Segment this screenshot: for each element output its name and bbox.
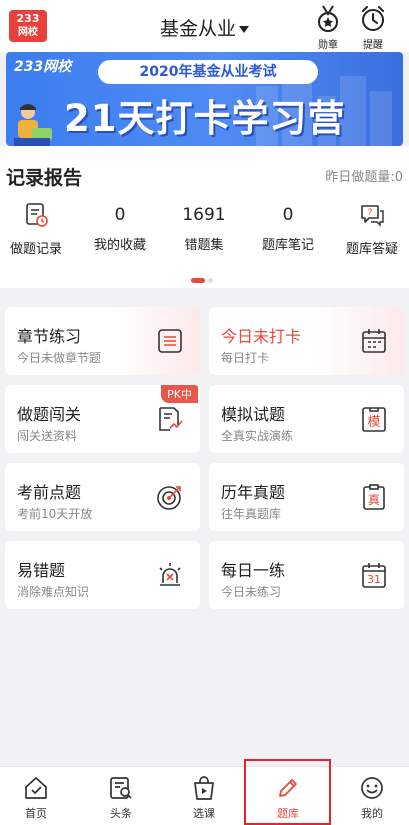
calendar-31-icon: 31 bbox=[362, 563, 386, 588]
mock-exam-icon: 模 bbox=[362, 407, 386, 432]
card-subtitle: 考前10天开放 bbox=[17, 507, 93, 521]
medal-button[interactable]: 勋章 bbox=[311, 4, 345, 51]
card-mock-exam[interactable]: 模拟试题 全真实战演练 模 bbox=[209, 385, 404, 453]
card-title: 易错题 bbox=[17, 561, 66, 580]
notes-count: 0 bbox=[282, 205, 294, 225]
card-title: 今日未打卡 bbox=[221, 327, 302, 346]
list-doc-icon bbox=[158, 329, 182, 353]
notes-label: 题库笔记 bbox=[261, 238, 314, 253]
svg-text:真: 真 bbox=[368, 493, 380, 507]
record-report-section: 记录报告 昨日做题量:0 做题记录 0 我的收藏 1691 错题集 0 题库笔记… bbox=[0, 146, 409, 288]
clipboard-clock-icon bbox=[26, 203, 48, 227]
bank-notes[interactable]: 0 题库笔记 bbox=[254, 202, 322, 253]
calendar-icon bbox=[362, 329, 386, 353]
wrong-count: 1691 bbox=[182, 205, 226, 225]
tab-courses[interactable]: 选课 bbox=[174, 775, 234, 821]
tab-mine[interactable]: 我的 bbox=[342, 775, 402, 821]
tab-headlines[interactable]: 头条 bbox=[91, 775, 151, 821]
promo-banner[interactable]: 233网校 2020年基金从业考试 21天打卡学习营 bbox=[6, 52, 403, 146]
news-search-icon bbox=[110, 777, 132, 799]
home-check-icon bbox=[25, 777, 47, 799]
svg-text:31: 31 bbox=[367, 573, 381, 586]
caret-down-icon bbox=[239, 26, 249, 33]
card-level-challenge[interactable]: PK中 做题闯关 闯关送资料 bbox=[5, 385, 200, 453]
card-pre-exam-tips[interactable]: 考前点题 考前10天开放 bbox=[5, 463, 200, 531]
card-subtitle: 今日未做章节题 bbox=[17, 351, 102, 365]
alarm-icon bbox=[159, 563, 181, 586]
remind-button[interactable]: 提醒 bbox=[356, 4, 390, 51]
card-chapter-practice[interactable]: 章节练习 今日未做章节题 bbox=[5, 307, 200, 375]
bottom-tab-bar: 首页 头条 选课 题库 我的 bbox=[0, 766, 409, 825]
top-header: 233 网校 基金从业 勋章 提醒 bbox=[0, 0, 409, 52]
student-illustration-icon bbox=[14, 104, 52, 146]
svg-text:?: ? bbox=[368, 208, 373, 218]
banner-brand: 233网校 bbox=[14, 59, 72, 75]
record-history[interactable]: 做题记录 bbox=[2, 202, 70, 257]
qa-label: 题库答疑 bbox=[345, 242, 398, 257]
wrong-questions[interactable]: 1691 错题集 bbox=[170, 202, 238, 253]
favorites-count: 0 bbox=[114, 205, 126, 225]
card-past-exams[interactable]: 历年真题 往年真题库 真 bbox=[209, 463, 404, 531]
card-title: 历年真题 bbox=[221, 483, 286, 502]
active-tab-highlight-box bbox=[244, 759, 331, 825]
bank-qa[interactable]: ? 题库答疑 bbox=[338, 202, 406, 257]
exam-title: 基金从业 bbox=[159, 18, 236, 40]
card-title: 模拟试题 bbox=[221, 405, 286, 424]
pager-dot bbox=[208, 278, 213, 283]
card-title: 每日一练 bbox=[221, 561, 286, 580]
card-subtitle: 消除难点知识 bbox=[17, 585, 90, 599]
card-checkin[interactable]: 今日未打卡 每日打卡 bbox=[209, 307, 404, 375]
card-subtitle: 往年真题库 bbox=[221, 507, 282, 521]
card-daily-practice[interactable]: 每日一练 今日未练习 31 bbox=[209, 541, 404, 609]
chat-question-icon: ? bbox=[361, 205, 384, 227]
real-exam-icon: 真 bbox=[363, 484, 385, 510]
card-subtitle: 每日打卡 bbox=[221, 351, 270, 365]
banner-building bbox=[370, 91, 392, 146]
pk-badge: PK中 bbox=[161, 385, 198, 403]
pager-dot-active bbox=[191, 278, 205, 283]
doc-trend-icon bbox=[159, 407, 183, 431]
banner-subtitle: 2020年基金从业考试 bbox=[98, 60, 318, 84]
my-favorites[interactable]: 0 我的收藏 bbox=[86, 202, 154, 253]
tab-label: 我的 bbox=[361, 807, 383, 820]
card-title: 考前点题 bbox=[17, 483, 82, 502]
card-title: 章节练习 bbox=[17, 327, 82, 346]
medal-icon bbox=[318, 5, 338, 32]
wrong-label: 错题集 bbox=[184, 238, 224, 253]
smile-icon bbox=[361, 777, 383, 799]
exam-selector[interactable]: 基金从业 bbox=[0, 14, 409, 41]
medal-label: 勋章 bbox=[318, 40, 338, 51]
card-subtitle: 全真实战演练 bbox=[221, 429, 294, 443]
tab-home[interactable]: 首页 bbox=[6, 775, 66, 821]
favorites-label: 我的收藏 bbox=[93, 238, 146, 253]
card-subtitle: 今日未练习 bbox=[221, 585, 282, 599]
banner-pager bbox=[170, 136, 235, 151]
card-error-prone[interactable]: 易错题 消除难点知识 bbox=[5, 541, 200, 609]
tab-label: 选课 bbox=[193, 807, 215, 820]
tab-label: 头条 bbox=[110, 807, 132, 820]
target-icon bbox=[157, 486, 181, 510]
shopping-bag-play-icon bbox=[194, 776, 214, 800]
svg-text:模: 模 bbox=[367, 415, 380, 430]
yesterday-count: 昨日做题量:0 bbox=[325, 170, 403, 185]
record-title: 记录报告 bbox=[6, 167, 83, 189]
card-title: 做题闯关 bbox=[17, 405, 82, 424]
tab-label: 首页 bbox=[25, 807, 47, 820]
banner-headline: 21天打卡学习营 bbox=[64, 97, 346, 140]
alarm-clock-icon bbox=[362, 6, 384, 31]
card-subtitle: 闯关送资料 bbox=[17, 429, 78, 443]
record-history-label: 做题记录 bbox=[9, 242, 62, 257]
remind-label: 提醒 bbox=[363, 40, 383, 51]
record-pager bbox=[191, 268, 213, 287]
